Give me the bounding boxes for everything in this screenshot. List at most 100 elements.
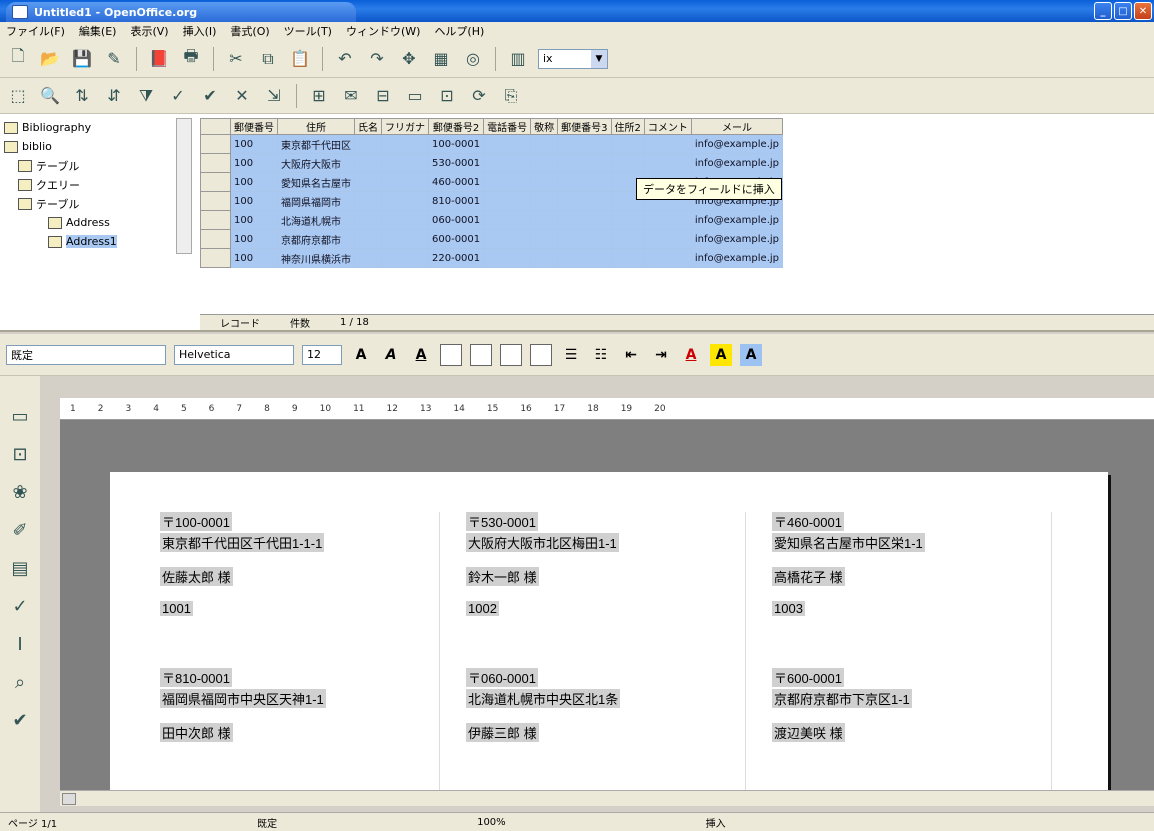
- table-cell[interactable]: [643, 134, 692, 154]
- align-right-button[interactable]: [500, 343, 522, 366]
- column-header[interactable]: 住所: [277, 118, 355, 135]
- table-cell[interactable]: [483, 134, 532, 154]
- table-cell[interactable]: [530, 248, 559, 268]
- code-field[interactable]: 1003: [772, 601, 805, 616]
- table-cell[interactable]: 100: [230, 153, 278, 173]
- table-cell[interactable]: 100: [230, 229, 278, 249]
- table-cell[interactable]: [354, 210, 382, 230]
- table-cell[interactable]: 600-0001: [427, 229, 485, 249]
- standard-filter-icon[interactable]: ✔: [198, 84, 222, 108]
- tree-item-bibliography[interactable]: Bibliography: [4, 118, 200, 137]
- paragraph-style-select[interactable]: 既定: [6, 344, 166, 365]
- table-row[interactable]: 100 京都府京都市 600-0001 info@example.jp: [200, 229, 784, 249]
- tree-scrollbar[interactable]: [176, 118, 192, 254]
- increase-indent-icon[interactable]: ⇥: [650, 344, 672, 366]
- frame-icon[interactable]: ⬚: [6, 84, 30, 108]
- name-field[interactable]: 渡辺美咲 様: [772, 723, 845, 742]
- paste-icon[interactable]: 📋: [288, 47, 312, 71]
- name-field[interactable]: 田中次郎 様: [160, 723, 233, 742]
- insert-field-icon[interactable]: ⊡: [8, 442, 32, 466]
- table-cell[interactable]: 100-0001: [427, 134, 485, 154]
- table-cell[interactable]: 北海道札幌市: [277, 210, 355, 230]
- remove-filter-icon[interactable]: ✕: [230, 84, 254, 108]
- table-cell[interactable]: [483, 229, 532, 249]
- table-cell[interactable]: [483, 172, 532, 192]
- table-cell[interactable]: [483, 153, 532, 173]
- row-header[interactable]: [200, 153, 231, 173]
- source-icon[interactable]: ⊟: [371, 84, 395, 108]
- align-left-button[interactable]: [440, 343, 462, 366]
- find-replace-icon[interactable]: ⌕: [8, 670, 32, 694]
- table-cell[interactable]: [557, 191, 612, 211]
- chart-icon[interactable]: ▥: [506, 47, 530, 71]
- zip-field[interactable]: 〒460-0001: [772, 512, 844, 531]
- table-cell[interactable]: info@example.jp: [690, 229, 784, 249]
- align-center-button[interactable]: [470, 343, 492, 366]
- minimize-button[interactable]: _: [1094, 2, 1112, 20]
- table-row[interactable]: 100 神奈川県横浜市 220-0001 info@example.jp: [200, 248, 784, 268]
- menu-format[interactable]: 書式(O): [230, 23, 269, 39]
- table-cell[interactable]: info@example.jp: [690, 248, 784, 268]
- table-cell[interactable]: [610, 153, 645, 173]
- table-cell[interactable]: 100: [230, 191, 278, 211]
- table-cell[interactable]: [381, 191, 429, 211]
- filter-icon[interactable]: ⧩: [134, 84, 158, 108]
- data-to-text-icon[interactable]: ⇲: [262, 84, 286, 108]
- table-cell[interactable]: [381, 248, 429, 268]
- table-cell[interactable]: [643, 153, 692, 173]
- record-icon[interactable]: ⊡: [435, 84, 459, 108]
- bullets-icon[interactable]: ☷: [590, 344, 612, 366]
- table-row[interactable]: 100 東京都千代田区 100-0001 info@example.jp: [200, 134, 784, 154]
- table-cell[interactable]: [354, 172, 382, 192]
- record-position[interactable]: 1 / 18: [340, 317, 369, 328]
- insert-mode-indicator[interactable]: 挿入: [706, 815, 726, 830]
- table-row[interactable]: 100 大阪府大阪市 530-0001 info@example.jp: [200, 153, 784, 173]
- font-name-select[interactable]: Helvetica: [174, 344, 294, 365]
- scrollbar-thumb[interactable]: [62, 793, 76, 805]
- address-field[interactable]: 福岡県福岡市中央区天神1-1: [160, 689, 326, 708]
- table-cell[interactable]: [483, 210, 532, 230]
- horizontal-ruler[interactable]: 1 2 3 4 5 6 7 8 9 10 11 12 13 14 15 16 17 18 19 20: [60, 398, 1154, 420]
- tree-item-address[interactable]: Address: [4, 213, 200, 232]
- table-cell[interactable]: [381, 210, 429, 230]
- table-cell[interactable]: [530, 191, 559, 211]
- name-field[interactable]: 鈴木一郎 様: [466, 567, 539, 586]
- menu-view[interactable]: 表示(V): [130, 23, 168, 39]
- spellcheck-icon[interactable]: ✓: [8, 594, 32, 618]
- gallery-icon[interactable]: ◎: [461, 47, 485, 71]
- row-header[interactable]: [200, 134, 231, 154]
- tree-item-tables[interactable]: テーブル: [4, 156, 200, 175]
- table-cell[interactable]: [530, 134, 559, 154]
- print-icon[interactable]: 🖶: [179, 46, 203, 71]
- table-cell[interactable]: 大阪府大阪市: [277, 153, 355, 173]
- table-cell[interactable]: [483, 191, 532, 211]
- table-cell[interactable]: 愛知県名古屋市: [277, 172, 355, 192]
- row-header[interactable]: [200, 172, 231, 192]
- justify-button[interactable]: [530, 343, 552, 366]
- table-cell[interactable]: [610, 134, 645, 154]
- redo-icon[interactable]: ↷: [365, 47, 389, 71]
- tree-item-biblio[interactable]: biblio: [4, 137, 200, 156]
- table-cell[interactable]: info@example.jp: [690, 134, 784, 154]
- column-header[interactable]: 氏名: [354, 118, 382, 135]
- table-cell[interactable]: [557, 134, 612, 154]
- undo-icon[interactable]: ↶: [333, 47, 357, 71]
- horizontal-scrollbar[interactable]: [60, 790, 1154, 806]
- table-cell[interactable]: [530, 153, 559, 173]
- explorer-icon[interactable]: ▭: [403, 84, 427, 108]
- table-cell[interactable]: info@example.jp: [690, 153, 784, 173]
- table-cell[interactable]: [530, 229, 559, 249]
- address-field[interactable]: 大阪府大阪市北区梅田1-1: [466, 533, 619, 552]
- zoom-indicator[interactable]: 100%: [477, 817, 506, 828]
- column-header[interactable]: 郵便番号3: [557, 118, 612, 135]
- chevron-down-icon[interactable]: ▼: [591, 49, 607, 68]
- table-cell[interactable]: 京都府京都市: [277, 229, 355, 249]
- column-header[interactable]: コメント: [643, 118, 692, 135]
- column-header[interactable]: 敬称: [530, 118, 559, 135]
- zip-field[interactable]: 〒060-0001: [466, 668, 538, 687]
- insert-frame-icon[interactable]: ▭: [8, 404, 32, 428]
- sort-asc-icon[interactable]: ⇅: [70, 84, 94, 108]
- table-cell[interactable]: [354, 153, 382, 173]
- autospell-icon[interactable]: ✔: [8, 708, 32, 732]
- table-cell[interactable]: info@example.jp: [690, 210, 784, 230]
